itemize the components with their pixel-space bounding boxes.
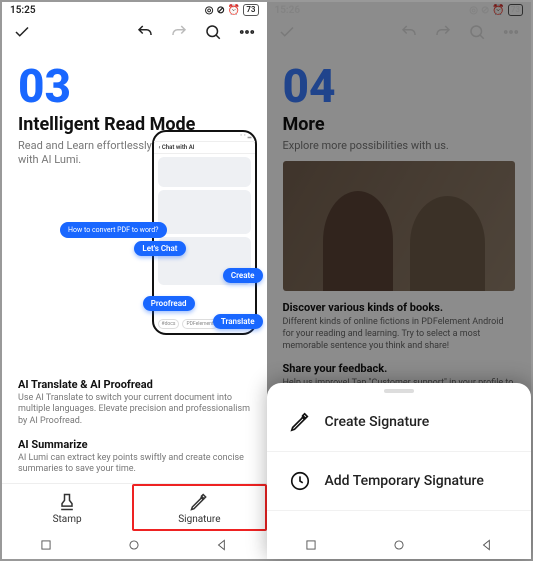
tab-signature[interactable]: Signature (132, 484, 266, 531)
nav-bar (2, 531, 267, 559)
mock-prompt-chip: How to convert PDF to word? (60, 222, 166, 238)
create-signature-option[interactable]: Create Signature (267, 393, 532, 452)
nav-back-icon[interactable] (214, 537, 230, 553)
feature-title: AI Summarize (18, 438, 251, 451)
vibrate-icon: ◎ (469, 5, 478, 16)
vibrate-icon: ◎ (205, 5, 214, 16)
undo-icon[interactable] (399, 22, 419, 42)
alarm-icon: ⏰ (228, 5, 240, 16)
search-icon[interactable] (203, 22, 223, 42)
nav-back-icon[interactable] (479, 537, 495, 553)
undo-icon[interactable] (135, 22, 155, 42)
nav-recent-icon[interactable] (38, 537, 54, 553)
section-desc: Different kinds of online fictions in PD… (283, 317, 516, 352)
phone-left: 15:25 ◎ ⊘ ⏰ 73 03 Intelligent Read Mode … (2, 2, 267, 559)
status-time: 15:26 (275, 5, 301, 16)
promo-image (283, 161, 516, 291)
tab-stamp[interactable]: Stamp (2, 484, 132, 531)
confirm-icon[interactable] (277, 22, 297, 42)
more-icon[interactable] (501, 22, 521, 42)
section-title: Share your feedback. (283, 362, 516, 375)
confirm-icon[interactable] (12, 22, 32, 42)
chip-lets-chat: Let's Chat (134, 241, 185, 256)
feature-title: AI Translate & AI Proofread (18, 378, 251, 391)
onboarding-page[interactable]: 03 Intelligent Read Mode Read and Learn … (2, 46, 267, 483)
status-bar: 15:26 ◎ ⊘ ⏰ 73 (267, 2, 532, 16)
mock-header: ‹ Chat with AI (154, 142, 255, 154)
page-number: 04 (283, 64, 516, 110)
toolbar (2, 16, 267, 46)
add-temporary-signature-option[interactable]: Add Temporary Signature (267, 452, 532, 511)
alarm-icon: ⏰ (492, 5, 504, 16)
nav-home-icon[interactable] (126, 537, 142, 553)
redo-icon[interactable] (433, 22, 453, 42)
chip-translate: Translate (213, 314, 263, 329)
page-subtitle: Explore more possibilities with us. (283, 139, 516, 153)
clock-icon (289, 470, 311, 492)
nav-recent-icon[interactable] (303, 537, 319, 553)
sheet-label: Add Temporary Signature (325, 473, 484, 489)
redo-icon[interactable] (169, 22, 189, 42)
page-number: 03 (18, 64, 251, 110)
status-bar: 15:25 ◎ ⊘ ⏰ 73 (2, 2, 267, 16)
phone-right: 15:26 ◎ ⊘ ⏰ 73 04 More Explore more poss… (267, 2, 532, 559)
toolbar (267, 16, 532, 46)
section-title: Discover various kinds of books. (283, 301, 516, 314)
chip-create: Create (223, 268, 263, 283)
tab-label: Signature (178, 514, 220, 525)
tab-label: Stamp (53, 514, 82, 525)
nav-bar (267, 531, 532, 559)
page-title: More (283, 114, 516, 135)
bottom-tabs: Stamp Signature (2, 483, 267, 531)
sheet-label: Create Signature (325, 414, 430, 430)
more-icon[interactable] (237, 22, 257, 42)
battery-icon: 73 (243, 4, 258, 16)
page-subtitle: Read and Learn effortlessly with AI Lumi… (18, 139, 158, 168)
chip-proofread: Proofread (143, 296, 195, 311)
dnd-icon: ⊘ (481, 5, 489, 16)
battery-icon: 73 (508, 4, 523, 16)
feature-desc: Use AI Translate to switch your current … (18, 393, 251, 428)
feature-desc: AI Lumi can extract key points swiftly a… (18, 453, 251, 476)
dnd-icon: ⊘ (217, 5, 225, 16)
search-icon[interactable] (467, 22, 487, 42)
nav-home-icon[interactable] (391, 537, 407, 553)
pen-icon (289, 411, 311, 433)
status-time: 15:25 (10, 5, 36, 16)
